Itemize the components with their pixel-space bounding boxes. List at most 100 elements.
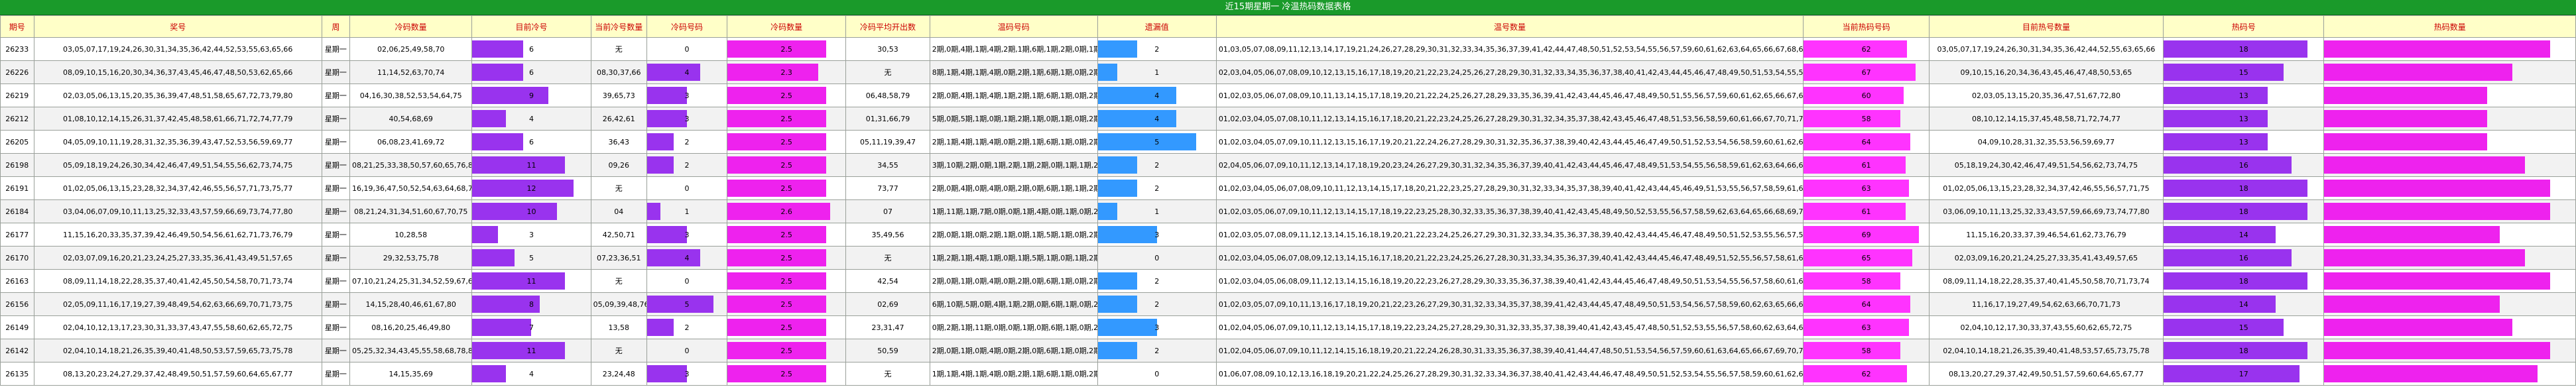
value-bar — [727, 319, 826, 336]
col-header-current-hot-count: 目前热号数量 — [1928, 15, 2164, 38]
value-bar — [1804, 272, 1901, 290]
value-text: 2 — [1154, 184, 1160, 193]
cell-jianghao: 02,05,09,11,16,17,19,27,39,48,49,54,62,6… — [33, 292, 322, 316]
cell-warm-numbers: 5期,0期,5期,1期,0期,1期,2期,1期,0期,1期,0期,2期,0期,1… — [929, 107, 1098, 131]
value-text: 60 — [1861, 91, 1871, 100]
value-bar — [1804, 110, 1901, 127]
cell-qihao: 26163 — [0, 269, 34, 293]
value-bar — [472, 110, 507, 127]
cell-hot-count — [2323, 130, 2576, 154]
value-text: 5 — [684, 300, 690, 309]
cell-omission: 3 — [1097, 223, 1217, 247]
value-text: 4 — [1154, 91, 1160, 100]
cell-hot-count — [2323, 292, 2576, 316]
value-bar — [1098, 319, 1157, 336]
value-bar — [1098, 133, 1197, 150]
value-bar — [1098, 226, 1157, 243]
cell-warm-count: 02,04,05,06,07,09,10,11,12,13,14,17,18,1… — [1215, 153, 1804, 177]
cell-current-hot: 58 — [1803, 107, 1930, 131]
cell-warm-numbers: 0期,2期,1期,11期,0期,0期,1期,0期,6期,1期,0期,2期,0期,… — [929, 315, 1098, 339]
value-bar — [2324, 87, 2488, 104]
cell-current-cold-count: 05,09,39,48,76 — [590, 292, 647, 316]
value-bar — [1804, 40, 1908, 58]
value-text: 5 — [528, 253, 534, 262]
cell-zhou: 星期一 — [321, 107, 350, 131]
table-body: 2 62 3 3 03,05,07,17,19,24,26,30,31,34,35,36… — [0, 37, 2576, 386]
cell-cold-count: 08,16,20,25,46,49,80 — [349, 315, 473, 339]
cell-warm-numbers: 2期,0期,4期,1期,4期,2期,1期,6期,1期,2期,0期,1期,1期,3… — [929, 37, 1098, 61]
value-bar — [2324, 296, 2500, 313]
cell-warm-numbers: 2期,0期,4期,0期,4期,0期,2期,0期,6期,1期,1期,2期,0期,1… — [929, 176, 1098, 200]
cell-warm-numbers: 6期,10期,5期,0期,4期,1期,2期,0期,6期,1期,0期,2期,7期,… — [929, 292, 1098, 316]
cell-hot-count — [2323, 60, 2576, 84]
value-bar — [472, 133, 523, 150]
cell-current-hot-count: 02,04,10,14,18,21,26,35,39,40,41,48,53,5… — [1928, 339, 2164, 362]
cell-current-hot: 64 — [1803, 130, 1930, 154]
cell-cold-avg: 07 — [845, 199, 930, 223]
value-bar — [1804, 296, 1911, 313]
value-text: 1 — [684, 207, 690, 216]
cell-current-hot: 61 — [1803, 199, 1930, 223]
cell-jianghao: 02,03,05,06,13,15,20,35,36,39,47,48,51,5… — [33, 83, 322, 107]
value-bar — [1804, 203, 1906, 220]
cell-hot-count — [2323, 269, 2576, 293]
value-bar — [2164, 87, 2268, 104]
cell-cold-hit-count: 2.5 — [727, 83, 847, 107]
value-bar — [727, 365, 826, 382]
cell-zhou: 星期一 — [321, 37, 350, 61]
cell-cold-count: 14,15,35,69 — [349, 362, 473, 386]
value-bar — [1098, 342, 1138, 359]
value-bar — [472, 342, 566, 359]
cell-jianghao: 02,03,07,09,16,20,21,23,24,25,27,33,35,3… — [33, 246, 322, 270]
value-bar — [2164, 133, 2268, 150]
cell-cold-numbers: 4 — [646, 60, 728, 84]
value-bar — [472, 365, 507, 382]
value-text: 2.5 — [780, 346, 792, 355]
value-text: 61 — [1861, 160, 1871, 170]
cell-zhou: 星期一 — [321, 223, 350, 247]
cell-cold-numbers: 3 — [646, 362, 728, 386]
value-bar — [1804, 365, 1908, 382]
value-text: 63 — [1861, 323, 1871, 332]
cell-warm-numbers: 1期,11期,1期,7期,0期,0期,1期,4期,0期,1期,0期,2期,0期,… — [929, 199, 1098, 223]
cell-current-cold-count: 09,26 — [590, 153, 647, 177]
value-text: 4 — [528, 369, 534, 378]
value-text: 3 — [684, 91, 690, 100]
table-row: 26163 08,09,11,14,18,22,28,35,37,40,41,42… — [0, 269, 2576, 293]
table-row: 26170 02,03,07,09,16,20,21,23,24,25,27,33… — [0, 246, 2576, 270]
value-text: 16 — [2239, 253, 2248, 262]
value-text: 2.5 — [780, 253, 792, 262]
cell-cold-hit-count: 2.5 — [727, 223, 847, 247]
cell-hot-numbers: 18 — [2163, 176, 2325, 200]
cell-cold-count: 29,32,53,75,78 — [349, 246, 473, 270]
value-bar — [647, 296, 714, 313]
cell-current-cold-count: 13,58 — [590, 315, 647, 339]
cell-cold-hit-count: 2.5 — [727, 246, 847, 270]
cell-warm-count: 01,02,03,05,06,07,09,10,11,12,13,14,15,1… — [1215, 199, 1804, 223]
cell-hot-count — [2323, 223, 2576, 247]
cell-jianghao: 03,05,07,17,19,24,26,30,31,34,35,36,42,4… — [33, 37, 322, 61]
cell-warm-numbers: 2期,0期,1期,0期,4期,0期,2期,0期,6期,1期,0期,2期,0期,1… — [929, 269, 1098, 293]
cell-cold-avg: 02,69 — [845, 292, 930, 316]
value-bar — [2164, 64, 2284, 81]
value-bar — [472, 203, 557, 220]
value-bar — [727, 272, 826, 290]
cell-cold-hit-count: 2.5 — [727, 362, 847, 386]
value-text: 62 — [1861, 44, 1871, 54]
cell-warm-count: 01,02,04,05,06,07,09,10,11,12,13,14,15,1… — [1215, 315, 1804, 339]
value-text: 2 — [1154, 346, 1160, 355]
value-bar — [472, 87, 548, 104]
value-text: 2.5 — [780, 114, 792, 123]
value-bar — [647, 64, 701, 81]
value-text: 4 — [684, 68, 690, 77]
table-row: 26198 05,09,18,19,24,26,30,34,42,46,47,49… — [0, 153, 2576, 177]
value-bar — [472, 40, 523, 58]
cell-zhou: 星期一 — [321, 339, 350, 362]
value-bar — [2324, 156, 2526, 174]
value-text: 3 — [684, 114, 690, 123]
value-text: 2 — [1154, 276, 1160, 286]
value-text: 2.6 — [780, 207, 792, 216]
value-text: 7 — [528, 323, 534, 332]
cell-current-cold: 3 — [471, 223, 591, 247]
value-bar — [647, 203, 660, 220]
